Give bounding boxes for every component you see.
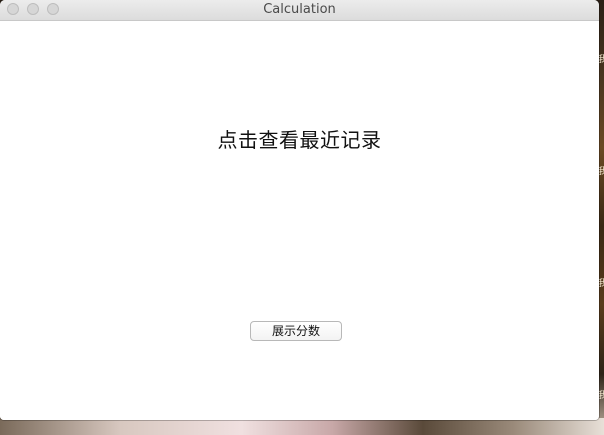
title-bar[interactable]: Calculation	[0, 0, 599, 21]
app-window: Calculation 点击查看最近记录 展示分数	[0, 0, 599, 420]
headline-text: 点击查看最近记录	[217, 128, 382, 152]
show-score-button[interactable]: 展示分数	[250, 321, 342, 341]
main-content: 点击查看最近记录 展示分数	[0, 21, 599, 420]
window-title: Calculation	[263, 2, 336, 17]
desktop-wallpaper-strip	[0, 418, 604, 435]
